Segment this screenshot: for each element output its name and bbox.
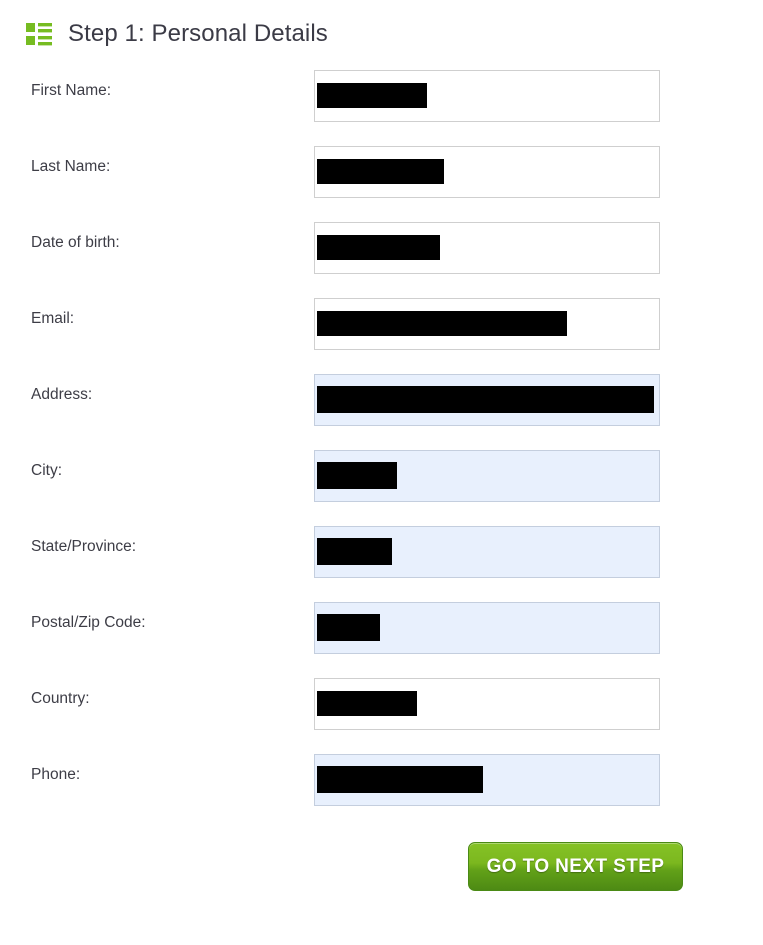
redacted-value-postal-zip-code <box>317 614 380 641</box>
field-label-state-province: State/Province: <box>31 538 137 555</box>
field-label-postal-zip-code: Postal/Zip Code: <box>31 614 146 631</box>
list-view-icon <box>26 23 52 46</box>
input-phone[interactable] <box>314 754 660 806</box>
form-row: Country: <box>0 678 763 754</box>
field-label-city: City: <box>31 462 62 479</box>
go-to-next-step-button[interactable]: Go to next step <box>468 842 683 891</box>
form-row: First Name: <box>0 70 763 146</box>
input-address[interactable] <box>314 374 660 426</box>
input-state-province[interactable] <box>314 526 660 578</box>
input-city[interactable] <box>314 450 660 502</box>
form-row: City: <box>0 450 763 526</box>
page-title: Step 1: Personal Details <box>68 20 328 47</box>
field-label-phone: Phone: <box>31 766 81 783</box>
input-country[interactable] <box>314 678 660 730</box>
form-row: State/Province: <box>0 526 763 602</box>
form-row: Date of birth: <box>0 222 763 298</box>
input-date-of-birth[interactable] <box>314 222 660 274</box>
field-label-email: Email: <box>31 310 75 327</box>
form-row: Address: <box>0 374 763 450</box>
input-email[interactable] <box>314 298 660 350</box>
field-label-country: Country: <box>31 690 90 707</box>
form-fields-container: First Name: Last Name: Date of birth: Email… <box>0 46 763 830</box>
redacted-value-phone <box>317 766 483 793</box>
form-row: Email: <box>0 298 763 374</box>
input-last-name[interactable] <box>314 146 660 198</box>
redacted-value-first-name <box>317 83 427 108</box>
redacted-value-country <box>317 691 417 716</box>
field-label-date-of-birth: Date of birth: <box>31 234 120 251</box>
redacted-value-address <box>317 386 654 413</box>
field-label-first-name: First Name: <box>31 82 112 99</box>
input-first-name[interactable] <box>314 70 660 122</box>
field-label-last-name: Last Name: <box>31 158 111 175</box>
form-header: Step 1: Personal Details <box>0 0 763 46</box>
redacted-value-email <box>317 311 567 336</box>
redacted-value-state-province <box>317 538 392 565</box>
form-row: Last Name: <box>0 146 763 222</box>
redacted-value-city <box>317 462 397 489</box>
form-row: Postal/Zip Code: <box>0 602 763 678</box>
form-row: Phone: <box>0 754 763 830</box>
redacted-value-last-name <box>317 159 444 184</box>
input-postal-zip-code[interactable] <box>314 602 660 654</box>
form-actions: Go to next step <box>0 830 763 900</box>
personal-details-form-page: Step 1: Personal Details First Name: Last… <box>0 0 763 945</box>
redacted-value-date-of-birth <box>317 235 440 260</box>
field-label-address: Address: <box>31 386 93 403</box>
